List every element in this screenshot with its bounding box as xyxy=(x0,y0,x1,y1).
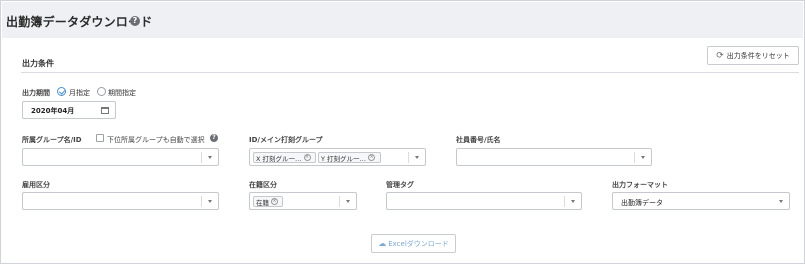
select-divider xyxy=(339,196,340,207)
chip-label: 在籍 xyxy=(256,198,269,207)
chip-label: Y 打刻グル一… xyxy=(321,154,367,163)
cloud-download-icon: ☁ xyxy=(378,239,387,248)
select-divider xyxy=(201,152,202,163)
status-select[interactable]: 在籍 × xyxy=(249,192,357,210)
id-group-select[interactable]: X 打刻グル一… × Y 打刻グル一… × xyxy=(249,148,426,166)
section-divider xyxy=(21,72,799,73)
radio-range[interactable] xyxy=(97,87,106,96)
chevron-down-icon xyxy=(779,200,783,203)
chip-remove-icon[interactable]: × xyxy=(271,198,278,205)
chevron-down-icon xyxy=(571,200,575,203)
id-group-label: ID/メイン打刻グループ xyxy=(249,136,323,144)
page-frame: 出勤簿データダウンロード ? ⟳ 出力条件をリセット 出力条件 出力期間 月指定… xyxy=(0,0,805,264)
select-divider xyxy=(634,152,635,163)
chevron-down-icon xyxy=(641,156,645,159)
employment-select[interactable] xyxy=(22,192,219,210)
radio-month-label: 月指定 xyxy=(69,89,90,97)
chip-remove-icon[interactable]: × xyxy=(303,154,311,161)
select-divider xyxy=(564,196,565,207)
chevron-down-icon xyxy=(208,156,212,159)
id-group-chip: X 打刻グル一… × xyxy=(253,152,316,163)
refresh-icon: ⟳ xyxy=(716,50,724,61)
radio-range-label: 期間指定 xyxy=(108,89,136,97)
question-circle-icon[interactable]: ? xyxy=(130,16,140,26)
excel-download-button[interactable]: ☁ Excelダウンロード xyxy=(371,234,456,253)
subgroup-help-icon[interactable]: ? xyxy=(210,134,218,142)
id-group-chip: Y 打刻グル一… × xyxy=(318,152,381,163)
chevron-down-icon xyxy=(346,200,350,203)
select-divider xyxy=(408,152,409,163)
chevron-down-icon xyxy=(208,200,212,203)
reset-conditions-button[interactable]: ⟳ 出力条件をリセット xyxy=(707,46,799,65)
tag-label: 管理タグ xyxy=(386,181,414,189)
select-divider xyxy=(201,196,202,207)
section-title: 出力条件 xyxy=(22,59,54,68)
reset-button-label: 出力条件をリセット xyxy=(726,51,790,60)
employee-select[interactable] xyxy=(456,148,652,166)
format-select[interactable]: 出勤簿データ xyxy=(612,192,790,210)
employee-label: 社員番号/氏名 xyxy=(456,136,501,144)
excel-download-label: Excelダウンロード xyxy=(388,239,449,248)
subgroup-checkbox[interactable] xyxy=(96,134,104,142)
radio-month[interactable] xyxy=(57,87,66,96)
month-picker[interactable]: 2020年04月 xyxy=(22,101,116,119)
format-value: 出勤簿データ xyxy=(621,199,663,207)
period-label: 出力期間 xyxy=(22,89,50,97)
chevron-down-icon xyxy=(415,156,419,159)
calendar-icon xyxy=(101,107,109,114)
subgroup-checkbox-label: 下位所属グループも自動で選択 xyxy=(107,136,205,144)
group-select[interactable] xyxy=(22,148,219,166)
format-label: 出力フォーマット xyxy=(612,181,668,189)
chip-remove-icon[interactable]: × xyxy=(368,154,376,161)
page-header: 出勤簿データダウンロード ? xyxy=(2,2,803,38)
status-label: 在籍区分 xyxy=(249,181,277,189)
employment-label: 雇用区分 xyxy=(22,181,50,189)
tag-select[interactable] xyxy=(386,192,582,210)
month-value: 2020年04月 xyxy=(31,107,75,115)
status-chip: 在籍 × xyxy=(253,196,283,207)
chip-label: X 打刻グル一… xyxy=(256,154,302,163)
group-label: 所属グループ名/ID xyxy=(22,136,82,144)
